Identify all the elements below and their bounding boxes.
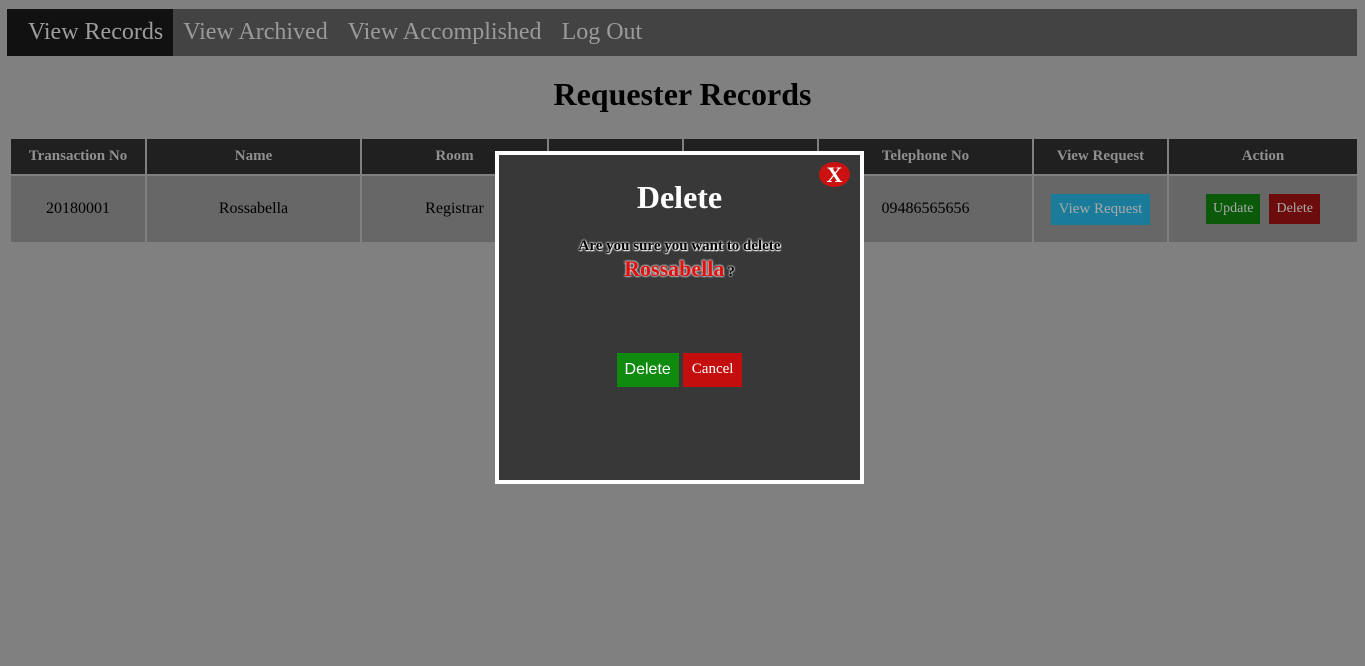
view-request-button[interactable]: View Request bbox=[1050, 193, 1151, 225]
nav-log-out[interactable]: Log Out bbox=[552, 9, 653, 56]
cell-transaction-no: 20180001 bbox=[9, 174, 147, 244]
modal-question: Are you sure you want to delete bbox=[578, 238, 781, 254]
modal-name-line: Rossabella? bbox=[499, 256, 860, 282]
nav-view-records[interactable]: View Records bbox=[7, 9, 174, 56]
top-navbar: View Records View Archived View Accompli… bbox=[7, 9, 1357, 56]
cancel-button[interactable]: Cancel bbox=[682, 353, 743, 387]
page-title: Requester Records bbox=[553, 76, 812, 112]
header-view-request: View Request bbox=[1032, 137, 1169, 176]
header-transaction-no: Transaction No bbox=[9, 137, 147, 176]
nav-view-accomplished[interactable]: View Accomplished bbox=[338, 9, 552, 56]
delete-confirm-modal: X Delete Are you sure you want to delete… bbox=[495, 151, 864, 484]
cell-name: Rossabella bbox=[145, 174, 362, 244]
confirm-delete-button[interactable]: Delete bbox=[616, 353, 679, 387]
row-delete-button[interactable]: Delete bbox=[1269, 194, 1320, 224]
page: View Records View Archived View Accompli… bbox=[0, 0, 1365, 666]
modal-question-mark: ? bbox=[727, 264, 735, 280]
cell-action: Update Delete bbox=[1167, 174, 1359, 244]
update-button[interactable]: Update bbox=[1206, 194, 1261, 224]
modal-target-name: Rossabella bbox=[624, 256, 725, 281]
cell-view-request: View Request bbox=[1032, 174, 1169, 244]
modal-title: Delete bbox=[636, 179, 723, 215]
modal-buttons: Delete Cancel bbox=[499, 353, 860, 387]
header-action: Action bbox=[1167, 137, 1359, 176]
nav-view-archived[interactable]: View Archived bbox=[173, 9, 338, 56]
header-name: Name bbox=[145, 137, 362, 176]
